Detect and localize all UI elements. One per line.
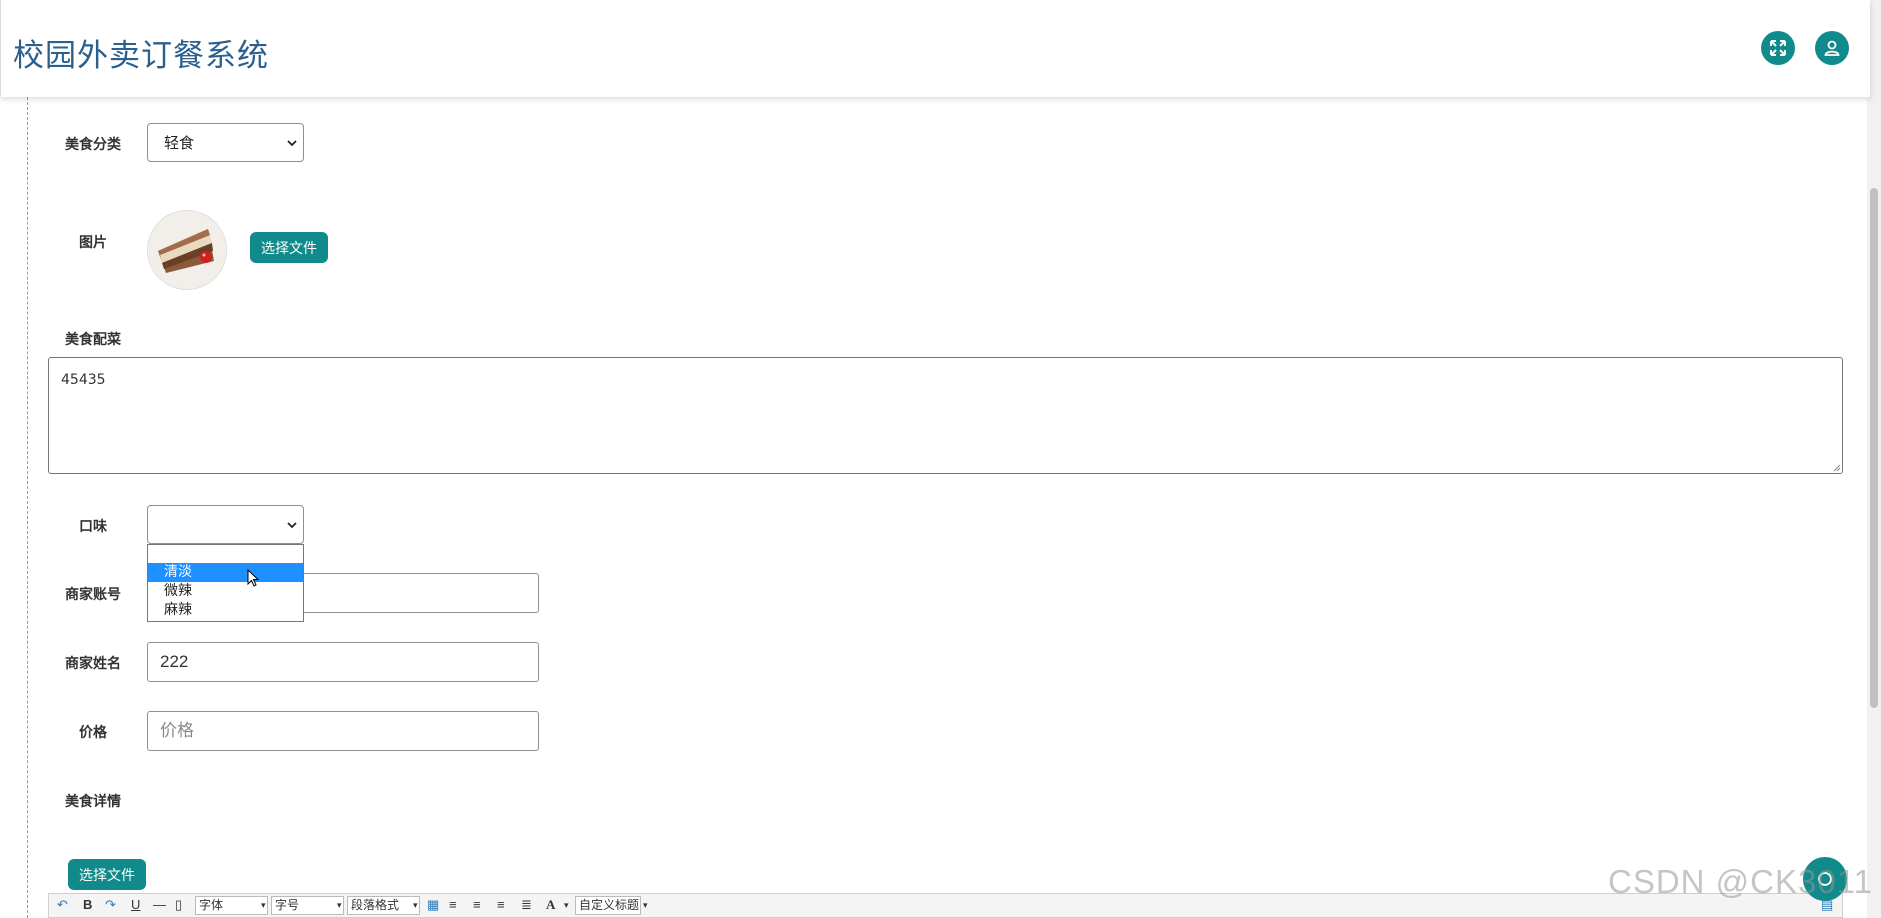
category-select-value: 轻食: [164, 134, 195, 152]
category-select[interactable]: 轻食: [147, 123, 304, 162]
bold-button[interactable]: B: [83, 897, 92, 912]
fullscreen-icon: [1770, 40, 1786, 56]
chevron-down-icon: [287, 139, 297, 146]
merchant-account-label: 商家账号: [65, 587, 121, 603]
chevron-down-icon: ▾: [413, 900, 418, 910]
price-label: 价格: [79, 725, 107, 741]
image-upload-button[interactable]: 选择文件: [250, 232, 328, 263]
redo-icon[interactable]: ↷: [105, 897, 116, 913]
table-icon[interactable]: ▦: [427, 897, 439, 913]
chevron-down-icon: [287, 521, 297, 528]
horizontal-rule-icon[interactable]: —: [153, 897, 166, 912]
taste-option-numbing-spicy[interactable]: 麻辣: [148, 601, 303, 620]
page-icon[interactable]: ▯: [175, 897, 182, 913]
align-right-icon[interactable]: ≡: [473, 897, 481, 912]
details-upload-button[interactable]: 选择文件: [68, 859, 146, 890]
resize-handle-icon[interactable]: [1831, 462, 1841, 472]
undo-icon[interactable]: ↶: [57, 897, 68, 913]
user-icon: [1824, 40, 1840, 56]
font-family-value: 字体: [199, 898, 224, 912]
side-dish-value: 45435: [61, 372, 106, 388]
category-label: 美食分类: [65, 137, 121, 153]
align-center-icon[interactable]: ≡: [497, 897, 505, 912]
taste-option-mild-spicy[interactable]: 微辣: [148, 582, 303, 601]
font-size-select[interactable]: 字号: [271, 896, 344, 915]
underline-button[interactable]: U: [131, 897, 140, 912]
user-button[interactable]: [1815, 31, 1849, 65]
chevron-down-icon: ▾: [564, 900, 569, 910]
price-input[interactable]: [147, 711, 539, 751]
editor-toolbar: ↶ B ↷ U — ▯ 字体 ▾ 字号 ▾ 段落格式 ▾ ▦ ≡ ≡ ≡ ≣ A…: [48, 893, 1843, 918]
side-dish-textarea[interactable]: 45435: [48, 357, 1843, 474]
taste-option-light[interactable]: 清淡: [148, 563, 303, 582]
chevron-down-icon: ▾: [337, 900, 342, 910]
food-thumbnail: [147, 210, 227, 290]
merchant-name-label: 商家姓名: [65, 656, 121, 672]
scroll-thumb[interactable]: [1870, 188, 1878, 708]
font-color-button[interactable]: A: [546, 897, 555, 913]
mouse-cursor-icon: [247, 569, 260, 587]
align-left-icon[interactable]: ≡: [449, 897, 457, 912]
chevron-down-icon: ▾: [261, 900, 266, 910]
page-scrollbar[interactable]: [1867, 0, 1881, 918]
image-label: 图片: [79, 235, 107, 251]
app-title: 校园外卖订餐系统: [13, 38, 269, 74]
chevron-down-icon: ▾: [643, 900, 648, 910]
watermark: CSDN @CK3011: [1608, 863, 1873, 900]
custom-title-select[interactable]: 自定义标题: [575, 896, 641, 915]
fullscreen-button[interactable]: [1761, 31, 1795, 65]
taste-dropdown-list: 清淡 微辣 麻辣: [147, 544, 304, 622]
align-justify-icon[interactable]: ≣: [521, 897, 532, 913]
details-label: 美食详情: [65, 794, 121, 810]
side-dish-label: 美食配菜: [65, 332, 121, 348]
paragraph-format-value: 段落格式: [351, 898, 400, 912]
paragraph-format-select[interactable]: 段落格式: [347, 896, 420, 915]
top-header: 校园外卖订餐系统: [0, 0, 1870, 97]
font-size-value: 字号: [275, 898, 300, 912]
merchant-name-input[interactable]: [147, 642, 539, 682]
taste-select[interactable]: [147, 505, 304, 544]
custom-title-value: 自定义标题: [579, 898, 640, 912]
font-family-select[interactable]: 字体: [195, 896, 268, 915]
taste-label: 口味: [79, 519, 107, 535]
